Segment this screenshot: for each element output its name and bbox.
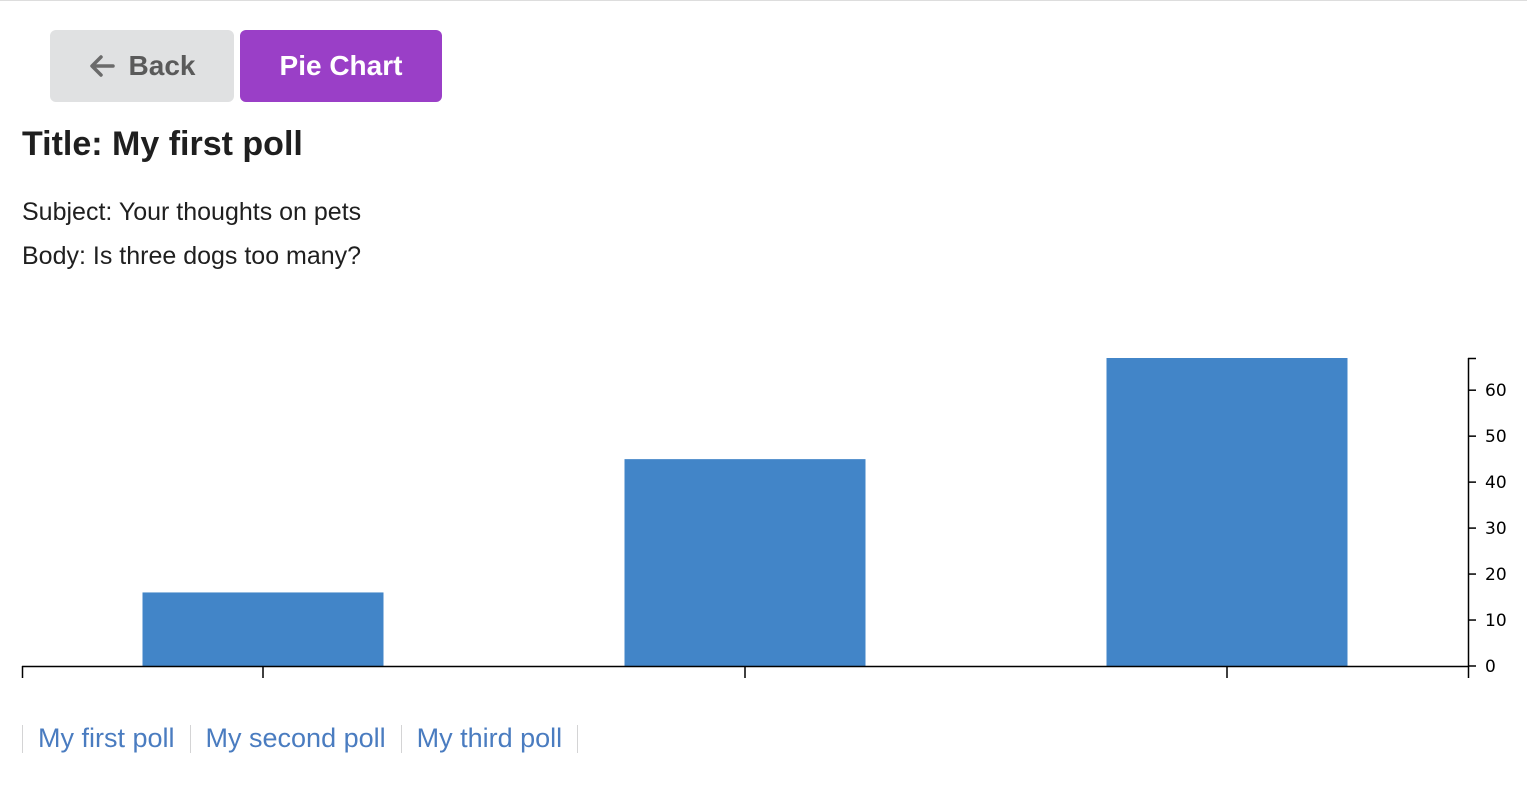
y-tick-label: 40 bbox=[1485, 473, 1507, 493]
bar bbox=[1106, 358, 1348, 666]
poll-subject: Subject: Your thoughts on pets bbox=[22, 198, 362, 226]
poll-links-menu: My first poll My second poll My third poll bbox=[22, 723, 579, 754]
poll-link[interactable]: My first poll bbox=[23, 723, 190, 754]
bar-chart: 0 10 20 30 40 50 60 bbox=[21, 357, 1507, 678]
back-button-label: Back bbox=[128, 50, 196, 81]
y-tick-label: 60 bbox=[1485, 381, 1507, 401]
poll-link[interactable]: My third poll bbox=[402, 723, 578, 754]
poll-body: Body: Is three dogs too many? bbox=[22, 242, 362, 270]
bar bbox=[142, 592, 384, 666]
y-tick-label: 10 bbox=[1485, 611, 1507, 631]
pie-chart-button[interactable]: Pie Chart bbox=[240, 30, 442, 102]
back-button[interactable]: Back bbox=[50, 30, 234, 102]
arrow-left-icon bbox=[89, 55, 115, 77]
y-tick-label: 0 bbox=[1485, 657, 1496, 677]
pie-chart-button-label: Pie Chart bbox=[279, 50, 403, 81]
y-tick-label: 20 bbox=[1485, 565, 1507, 585]
poll-title: Title: My first poll bbox=[22, 125, 303, 163]
y-tick-label: 50 bbox=[1485, 427, 1507, 447]
link-separator bbox=[577, 724, 579, 753]
y-tick-label: 30 bbox=[1485, 519, 1507, 539]
poll-link[interactable]: My second poll bbox=[191, 723, 401, 754]
bar bbox=[624, 459, 866, 666]
